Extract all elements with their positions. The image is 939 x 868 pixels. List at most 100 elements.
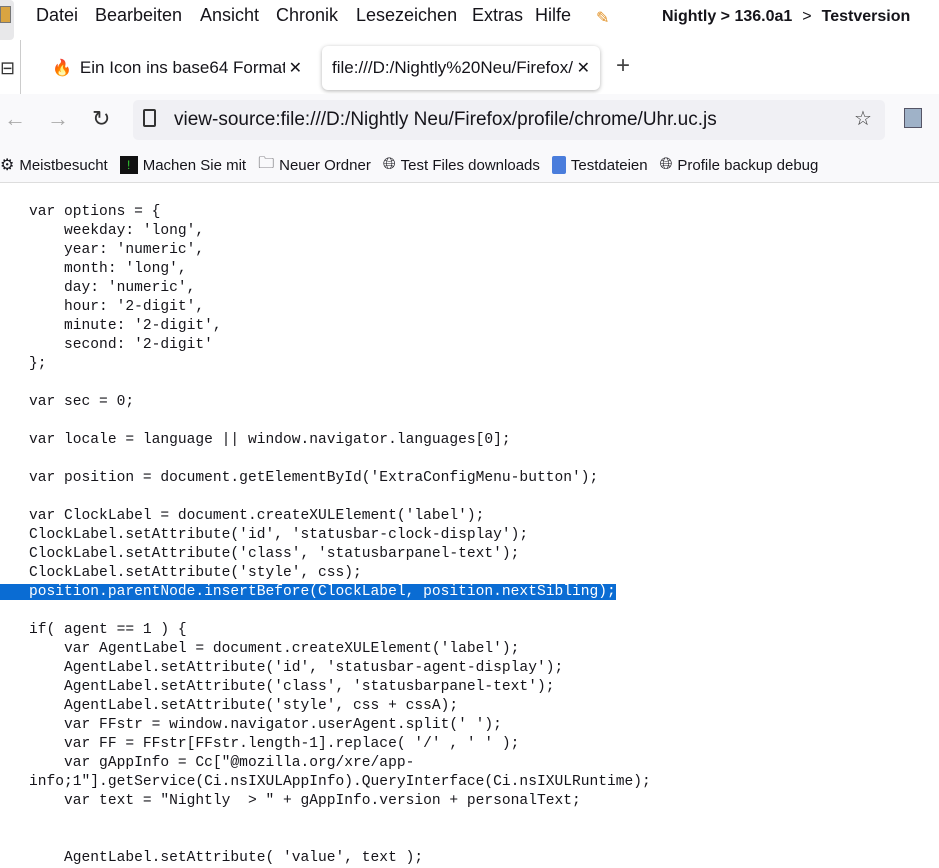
- tab-view-source[interactable]: file:///D:/Nightly%20Neu/Firefox/profile…: [322, 46, 600, 90]
- extension-icon[interactable]: [904, 108, 922, 128]
- bookmark-machen-sie-mit[interactable]: ! Machen Sie mit: [119, 156, 247, 174]
- zip-icon[interactable]: [0, 0, 14, 40]
- menu-extras[interactable]: Extras: [472, 5, 523, 26]
- code-line: var options = {: [0, 203, 939, 222]
- close-tab-icon[interactable]: ✕: [577, 58, 590, 78]
- code-text: var locale = language || window.navigato…: [29, 432, 511, 448]
- title-extra: Testversion: [821, 8, 911, 25]
- code-line: var FFstr = window.navigator.userAgent.s…: [0, 716, 939, 735]
- menu-hilfe[interactable]: Hilfe: [535, 5, 571, 26]
- tab-separator: [20, 40, 21, 94]
- menu-bar: Datei Bearbeiten Ansicht Chronik Lesezei…: [0, 0, 939, 40]
- code-text: ClockLabel.setAttribute('id', 'statusbar…: [29, 527, 529, 543]
- bookmark-label: Testdateien: [570, 156, 648, 174]
- gear-icon: ⚙: [0, 157, 15, 174]
- menu-bearbeiten[interactable]: Bearbeiten: [95, 5, 182, 26]
- window-title-group: Nightly > 136.0a1 > Testversion: [662, 8, 939, 26]
- doc-icon: [551, 156, 566, 174]
- code-line: year: 'numeric',: [0, 241, 939, 260]
- code-line: var AgentLabel = document.createXULEleme…: [0, 640, 939, 659]
- tab-list-icon[interactable]: ⊟: [0, 58, 15, 79]
- code-text: ClockLabel.setAttribute('class', 'status…: [29, 546, 520, 562]
- code-text: if( agent == 1 ) {: [29, 622, 187, 638]
- tab-label: file:///D:/Nightly%20Neu/Firefox/profile…: [332, 58, 573, 77]
- bookmark-neuer-ordner[interactable]: 🗀 Neuer Ordner: [258, 152, 371, 179]
- menu-ansicht[interactable]: Ansicht: [200, 5, 259, 26]
- bookmark-testdateien[interactable]: Testdateien: [551, 156, 648, 174]
- terminal-icon: !: [119, 156, 138, 174]
- bookmark-label: Test Files downloads: [400, 156, 540, 174]
- page-icon: [143, 109, 156, 127]
- bookmark-test-files[interactable]: 🌐︎ Test Files downloads: [383, 156, 540, 174]
- close-tab-icon[interactable]: ✕: [289, 58, 302, 78]
- tab-bar: ⊟ 🔥 Ein Icon ins base64 Format umwandeln…: [0, 40, 939, 94]
- code-line: day: 'numeric',: [0, 279, 939, 298]
- bookmark-label: Neuer Ordner: [279, 156, 371, 174]
- code-line: AgentLabel.setAttribute( 'value', text )…: [0, 849, 939, 868]
- code-text: var position = document.getElementById('…: [29, 470, 599, 486]
- menu-datei[interactable]: Datei: [36, 5, 78, 26]
- code-line: ClockLabel.setAttribute('id', 'statusbar…: [0, 526, 939, 545]
- code-line: AgentLabel.setAttribute('class', 'status…: [0, 678, 939, 697]
- tab-label: Ein Icon ins base64 Format umwandeln: [79, 58, 285, 77]
- code-line: var gAppInfo = Cc["@mozilla.org/xre/app-…: [0, 754, 939, 792]
- back-icon[interactable]: ←: [4, 106, 26, 132]
- globe-icon: 🌐︎: [659, 156, 673, 173]
- code-text: second: '2-digit': [29, 337, 213, 353]
- bookmark-label: Meistbesucht: [19, 156, 108, 174]
- source-code-view[interactable]: var options = { weekday: 'long', year: '…: [0, 203, 939, 868]
- folder-icon: 🗀: [258, 154, 275, 172]
- fire-icon: 🔥: [52, 60, 72, 77]
- bookmark-profile-backup[interactable]: 🌐︎ Profile backup debug: [660, 156, 819, 174]
- code-text: ClockLabel.setAttribute('style', css);: [29, 565, 362, 581]
- code-line: month: 'long',: [0, 260, 939, 279]
- code-line: };: [0, 355, 939, 374]
- bookmark-meistbesucht[interactable]: ⚙ Meistbesucht: [0, 155, 108, 175]
- window-title: Nightly > 136.0a1: [662, 8, 793, 25]
- code-text: var text = "Nightly > " + gAppInfo.versi…: [29, 793, 581, 809]
- new-tab-button[interactable]: +: [616, 52, 630, 80]
- code-text: };: [29, 356, 47, 372]
- url-bar[interactable]: view-source:file:///D:/Nightly Neu/Firef…: [133, 100, 885, 140]
- code-text: AgentLabel.setAttribute('id', 'statusbar…: [29, 660, 564, 676]
- code-text: AgentLabel.setAttribute('style', css + c…: [29, 698, 459, 714]
- code-text: AgentLabel.setAttribute( 'value', text )…: [29, 850, 424, 866]
- code-text: var AgentLabel = document.createXULEleme…: [29, 641, 520, 657]
- title-separator: >: [802, 8, 812, 25]
- code-text: weekday: 'long',: [29, 223, 205, 239]
- code-text: var FF = FFstr[FFstr.length-1].replace( …: [29, 736, 520, 752]
- menu-chronik[interactable]: Chronik: [276, 5, 338, 26]
- bookmark-star-icon[interactable]: ☆: [854, 106, 872, 131]
- pencil-icon[interactable]: ✎: [596, 8, 609, 28]
- code-line: var sec = 0;: [0, 393, 939, 412]
- reload-icon[interactable]: ↻: [92, 106, 110, 132]
- forward-icon[interactable]: →: [47, 106, 69, 132]
- url-input[interactable]: view-source:file:///D:/Nightly Neu/Firef…: [174, 109, 717, 131]
- nav-bar: ← → ↻ view-source:file:///D:/Nightly Neu…: [0, 94, 939, 148]
- code-line: AgentLabel.setAttribute('style', css + c…: [0, 697, 939, 716]
- bookmark-label: Machen Sie mit: [142, 156, 247, 174]
- bookmarks-toolbar: ⚙ Meistbesucht ! Machen Sie mit 🗀 Neuer Ord…: [0, 148, 939, 183]
- code-line: minute: '2-digit',: [0, 317, 939, 336]
- code-text: var sec = 0;: [29, 394, 135, 410]
- code-line: weekday: 'long',: [0, 222, 939, 241]
- bookmark-label: Profile backup debug: [677, 156, 819, 174]
- code-line: second: '2-digit': [0, 336, 939, 355]
- menu-lesezeichen[interactable]: Lesezeichen: [356, 5, 457, 26]
- code-line: var locale = language || window.navigato…: [0, 431, 939, 450]
- code-text: position.parentNode.insertBefore(ClockLa…: [0, 584, 616, 600]
- code-line: AgentLabel.setAttribute('id', 'statusbar…: [0, 659, 939, 678]
- code-text: month: 'long',: [29, 261, 187, 277]
- tab-base64[interactable]: 🔥 Ein Icon ins base64 Format umwandeln ✕: [42, 46, 312, 90]
- code-text: hour: '2-digit',: [29, 299, 205, 315]
- code-line: var ClockLabel = document.createXULEleme…: [0, 507, 939, 526]
- code-line: var FF = FFstr[FFstr.length-1].replace( …: [0, 735, 939, 754]
- code-line: var text = "Nightly > " + gAppInfo.versi…: [0, 792, 939, 811]
